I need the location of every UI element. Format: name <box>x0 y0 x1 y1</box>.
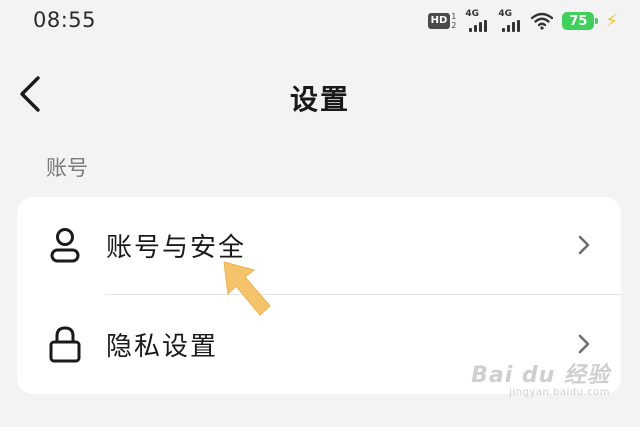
hd-label: HD <box>427 13 451 29</box>
section-header: 账号 <box>46 156 88 180</box>
wifi-icon <box>531 12 554 30</box>
battery-level: 75 <box>569 13 588 29</box>
chevron-right-icon <box>578 235 590 255</box>
nav-bar: 设置 <box>0 62 640 132</box>
signal-label: 4G <box>465 9 480 19</box>
status-bar: 08:55 HD 1 2 4G 4G 75 ⚡ <box>0 0 640 42</box>
signal-icon: 4G <box>465 9 489 32</box>
signal-label: 4G <box>498 9 513 19</box>
watermark-logo: Bai du 经验 jingyan.baidu.com <box>471 357 610 398</box>
charging-bolt-icon: ⚡ <box>605 10 618 32</box>
page-title: 设置 <box>289 83 350 116</box>
user-icon <box>50 228 80 263</box>
settings-item-account-security[interactable]: 账号与安全 <box>17 197 621 295</box>
divider <box>106 294 621 295</box>
chevron-right-icon <box>578 334 590 354</box>
hd-sub-top: 1 <box>451 12 457 21</box>
annotation-arrow-icon <box>223 261 271 316</box>
hd-sub: 1 2 <box>451 12 456 30</box>
status-icons: HD 1 2 4G 4G 75 ⚡ <box>427 9 618 33</box>
status-time: 08:55 <box>33 8 97 32</box>
hd-sub-bottom: 2 <box>451 21 457 30</box>
settings-item-label: 隐私设置 <box>106 332 219 362</box>
hd-icon: HD 1 2 <box>427 12 456 30</box>
lock-icon <box>49 326 81 363</box>
watermark-main: Bai du 经验 <box>471 363 610 388</box>
battery-icon: 75 <box>562 12 599 30</box>
signal-icon: 4G <box>498 9 522 32</box>
